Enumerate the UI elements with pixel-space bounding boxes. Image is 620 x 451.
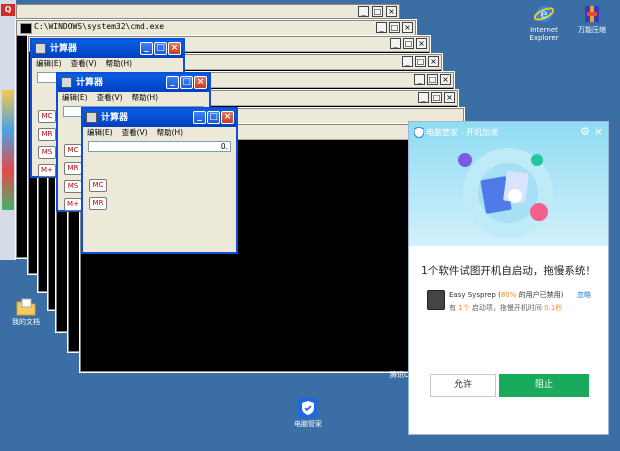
calculator-menu: 编辑(E) 查看(V) 帮助(H)	[32, 58, 183, 70]
mr-button[interactable]: MR	[38, 128, 56, 141]
calculator-titlebar[interactable]: 计算器 _ □ ×	[58, 74, 209, 92]
m-plus-button[interactable]: M+	[38, 164, 56, 177]
mc-button[interactable]: MC	[38, 110, 56, 123]
close-icon[interactable]: ×	[386, 6, 397, 17]
minimize-icon[interactable]: _	[193, 111, 206, 124]
menu-edit[interactable]: 编辑(E)	[62, 93, 88, 102]
calculator-icon	[61, 77, 72, 88]
calculator-menu: 编辑(E) 查看(V) 帮助(H)	[58, 92, 209, 104]
calculator-titlebar[interactable]: 计算器 _ □ ×	[32, 40, 183, 58]
close-icon[interactable]: ×	[594, 125, 603, 138]
close-icon[interactable]: ×	[440, 74, 451, 85]
minimize-icon[interactable]: _	[414, 74, 425, 85]
maximize-icon[interactable]: □	[389, 22, 400, 33]
app-info: Easy Sysprep (80% 的用户已禁用)	[449, 291, 564, 299]
internet-explorer-icon: e	[534, 6, 554, 22]
minimize-icon[interactable]: _	[166, 76, 179, 89]
startup-guard-popup[interactable]: 电脑管家 - 开机加速 ⚙ × 1个软件试图开机自启动，拖慢系统！ Easy S…	[408, 121, 609, 435]
minimize-icon[interactable]: _	[140, 42, 153, 55]
ignore-link[interactable]: 忽略	[577, 290, 591, 300]
startup-info: 有 1个 启动项，拖慢开机时间 0.1秒	[449, 304, 563, 312]
cmd-titlebar[interactable]: C:\WINDOWS\system32\cmd.exe _ □ ×	[17, 21, 415, 36]
maximize-icon[interactable]: □	[372, 6, 383, 17]
ms-button[interactable]: MS	[38, 146, 56, 159]
close-icon[interactable]: ×	[221, 111, 234, 124]
menu-edit[interactable]: 编辑(E)	[87, 128, 113, 137]
close-icon[interactable]: ×	[416, 38, 427, 49]
calculator-display: 0.	[88, 141, 231, 152]
left-app-icon[interactable]	[2, 90, 14, 210]
ms-button[interactable]: MS	[64, 180, 82, 193]
svg-text:e: e	[540, 7, 547, 21]
settings-icon[interactable]: ⚙	[580, 125, 590, 138]
mc-button[interactable]: MC	[64, 144, 82, 157]
startup-illustration	[458, 148, 553, 238]
app-name: Easy Sysprep (	[449, 291, 501, 299]
menu-help[interactable]: 帮助(H)	[132, 93, 159, 102]
menu-view[interactable]: 查看(V)	[122, 128, 148, 137]
calculator-icon	[35, 43, 46, 54]
calculator-window[interactable]: 计算器 _ □ × 编辑(E) 查看(V) 帮助(H) 0. MC MR	[81, 107, 238, 254]
partial-desktop-label: 腾讯C	[390, 371, 409, 379]
allow-button[interactable]: 允许	[430, 374, 496, 397]
maximize-icon[interactable]: □	[207, 111, 220, 124]
my-documents-shortcut[interactable]: 我的文档	[6, 298, 46, 326]
maximize-icon[interactable]: □	[403, 38, 414, 49]
maximize-icon[interactable]: □	[427, 74, 438, 85]
internet-explorer-shortcut[interactable]: e Internet Explorer	[522, 4, 566, 42]
wanneng-compress-shortcut[interactable]: 万能压缩	[570, 4, 614, 34]
calculator-menu: 编辑(E) 查看(V) 帮助(H)	[83, 127, 236, 139]
close-icon[interactable]: ×	[168, 42, 181, 55]
close-icon[interactable]: ×	[428, 56, 439, 67]
archive-icon	[585, 6, 599, 22]
cmd-icon	[20, 23, 32, 34]
shield-icon	[298, 398, 318, 418]
disabled-percent: 80%	[500, 291, 517, 299]
menu-help[interactable]: 帮助(H)	[106, 59, 133, 68]
m-plus-button[interactable]: M+	[64, 198, 82, 211]
minimize-icon[interactable]: _	[390, 38, 401, 49]
menu-view[interactable]: 查看(V)	[97, 93, 123, 102]
popup-title: 电脑管家 - 开机加速	[426, 128, 498, 137]
minimize-icon[interactable]: _	[402, 56, 413, 67]
maximize-icon[interactable]: □	[154, 42, 167, 55]
cmd-title: C:\WINDOWS\system32\cmd.exe	[34, 22, 165, 31]
minimize-icon[interactable]: _	[376, 22, 387, 33]
mc-button[interactable]: MC	[89, 179, 107, 192]
mr-button[interactable]: MR	[89, 197, 107, 210]
shield-icon	[414, 127, 424, 138]
menu-help[interactable]: 帮助(H)	[157, 128, 184, 137]
folder-icon	[16, 298, 36, 316]
maximize-icon[interactable]: □	[180, 76, 193, 89]
popup-header: 电脑管家 - 开机加速 ⚙ ×	[409, 122, 608, 246]
mr-button[interactable]: MR	[64, 162, 82, 175]
minimize-icon[interactable]: _	[358, 6, 369, 17]
background-window: _ □ ×	[16, 4, 400, 19]
menu-edit[interactable]: 编辑(E)	[36, 59, 62, 68]
close-icon[interactable]: ×	[444, 92, 455, 103]
minimize-icon[interactable]: _	[418, 92, 429, 103]
app-icon	[427, 290, 445, 310]
close-icon[interactable]: ×	[402, 22, 413, 33]
close-icon[interactable]: ×	[194, 76, 207, 89]
qq-icon[interactable]: Q	[1, 4, 15, 16]
maximize-icon[interactable]: □	[431, 92, 442, 103]
block-button[interactable]: 阻止	[499, 374, 589, 397]
menu-view[interactable]: 查看(V)	[71, 59, 97, 68]
maximize-icon[interactable]: □	[415, 56, 426, 67]
diannao-guanjia-shortcut[interactable]: 电脑管家	[288, 398, 328, 428]
calculator-icon	[86, 112, 97, 123]
calculator-titlebar[interactable]: 计算器 _ □ ×	[83, 109, 236, 127]
popup-message: 1个软件试图开机自启动，拖慢系统！	[421, 265, 596, 277]
